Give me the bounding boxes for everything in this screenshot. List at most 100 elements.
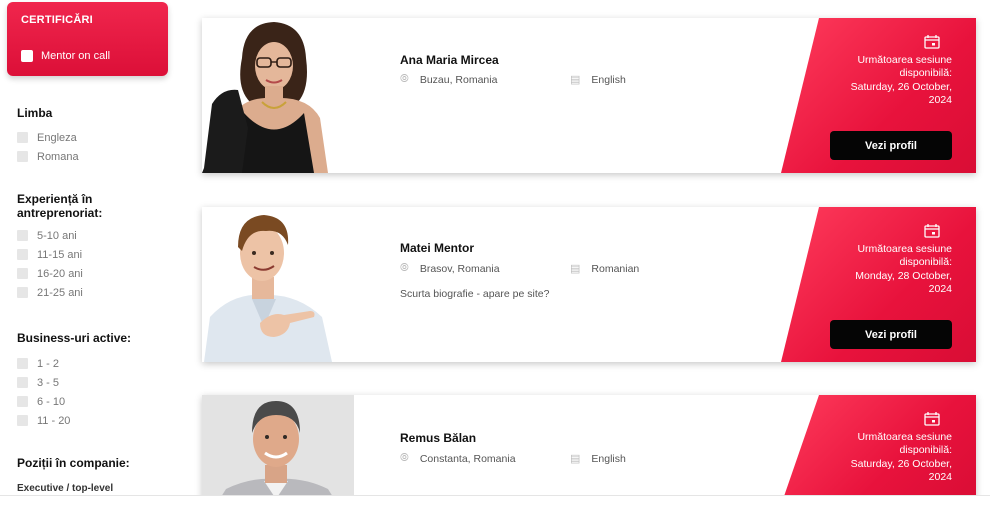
session-year: 2024 xyxy=(928,94,952,107)
mentor-card: Remus Bălan ⦾ Constanta, Romania ▤ Engli… xyxy=(202,395,976,505)
option-label: 11 - 20 xyxy=(37,414,71,427)
map-pin-icon: ⦾ xyxy=(400,73,409,85)
business-option[interactable]: 1 - 2 xyxy=(17,354,131,373)
map-pin-icon: ⦾ xyxy=(400,262,409,274)
map-pin-icon: ⦾ xyxy=(400,452,409,464)
experienta-option[interactable]: 21-25 ani xyxy=(17,283,102,302)
chat-bubble-icon: ▤ xyxy=(570,263,581,275)
limba-option-engleza[interactable]: Engleza xyxy=(17,128,79,147)
experienta-title-line2: antreprenoriat: xyxy=(17,206,103,220)
chat-bubble-icon: ▤ xyxy=(570,453,581,465)
option-label: 1 - 2 xyxy=(37,357,60,370)
mentor-info: Remus Bălan xyxy=(400,431,476,445)
experienta-option[interactable]: 5-10 ani xyxy=(17,226,102,245)
option-label: 6 - 10 xyxy=(37,395,66,408)
location-text: Buzau, Romania xyxy=(419,73,498,86)
checkbox[interactable] xyxy=(17,132,28,143)
checkbox[interactable] xyxy=(17,230,28,241)
mentor-card: Ana Maria Mircea ⦾ Buzau, Romania ▤ Engl… xyxy=(202,18,976,173)
mentor-info: Ana Maria Mircea xyxy=(400,53,499,67)
mentor-photo xyxy=(202,207,354,362)
checkbox[interactable] xyxy=(17,287,28,298)
mentor-location: ⦾ Brasov, Romania xyxy=(400,262,500,275)
business-filter: Business-uri active: 1 - 2 3 - 5 6 - 10 … xyxy=(17,331,131,430)
mentor-language: ▤ Romanian xyxy=(570,262,640,276)
mentor-location: ⦾ Buzau, Romania xyxy=(400,73,497,86)
language-text: English xyxy=(591,452,626,465)
option-label: 21-25 ani xyxy=(37,286,83,299)
pozitii-option-executive[interactable]: Executive / top-level xyxy=(17,483,130,494)
next-session-panel: Următoarea sesiune disponibilă: Saturday… xyxy=(781,18,976,173)
session-label: disponibilă: xyxy=(899,256,952,269)
experienta-option[interactable]: 11-15 ani xyxy=(17,245,102,264)
certificari-title: CERTIFICĂRI xyxy=(21,14,93,26)
location-text: Brasov, Romania xyxy=(419,262,500,275)
language-text: English xyxy=(591,73,626,86)
mentor-photo xyxy=(202,18,354,173)
location-text: Constanta, Romania xyxy=(419,452,516,465)
session-label: Următoarea sesiune xyxy=(857,431,952,443)
next-session-text: Următoarea sesiune disponibilă: Saturday… xyxy=(812,431,952,485)
mentor-on-call-option[interactable]: Mentor on call xyxy=(21,50,110,62)
mentor-name[interactable]: Matei Mentor xyxy=(400,241,474,255)
option-label: 16-20 ani xyxy=(37,267,83,280)
mentor-photo xyxy=(202,395,354,505)
session-date: Saturday, 26 October, xyxy=(850,80,952,93)
next-session-panel: Următoarea sesiune disponibilă: Saturday… xyxy=(781,395,976,505)
session-label: Următoarea sesiune xyxy=(857,54,952,66)
mentor-info: Matei Mentor xyxy=(400,241,474,255)
mentor-location: ⦾ Constanta, Romania xyxy=(400,452,516,465)
page-bottom-fade xyxy=(0,496,990,505)
mentor-language: ▤ English xyxy=(570,452,626,466)
session-date: Saturday, 26 October, xyxy=(850,457,952,470)
mentor-on-call-checkbox[interactable] xyxy=(21,50,33,62)
checkbox[interactable] xyxy=(17,377,28,388)
limba-title: Limba xyxy=(17,106,53,120)
session-year: 2024 xyxy=(928,471,952,484)
pozitii-filter: Poziții în companie: Executive / top-lev… xyxy=(17,456,130,494)
business-option[interactable]: 3 - 5 xyxy=(17,373,131,392)
next-session-text: Următoarea sesiune disponibilă: Monday, … xyxy=(812,243,952,297)
filters-sidebar: CERTIFICĂRI Mentor on call Limba Engleza… xyxy=(0,0,180,505)
experienta-title-line1: Experiență în xyxy=(17,192,93,206)
experienta-filter: Experiență în antreprenoriat: 5-10 ani 1… xyxy=(17,192,102,302)
option-label: 5-10 ani xyxy=(37,229,77,242)
session-label: disponibilă: xyxy=(899,444,952,457)
calendar-icon xyxy=(924,412,940,426)
language-text: Romanian xyxy=(591,262,640,275)
view-profile-button[interactable]: Vezi profil xyxy=(830,131,952,160)
calendar-icon xyxy=(924,35,940,49)
session-date: Monday, 28 October, xyxy=(855,269,952,282)
mentor-language: ▤ English xyxy=(570,73,626,87)
mentor-on-call-label: Mentor on call xyxy=(41,50,111,62)
limba-option-romana[interactable]: Romana xyxy=(17,147,79,166)
session-year: 2024 xyxy=(928,283,952,296)
calendar-icon xyxy=(924,224,940,238)
session-label: disponibilă: xyxy=(899,67,952,80)
mentor-name[interactable]: Ana Maria Mircea xyxy=(400,53,499,67)
business-option[interactable]: 11 - 20 xyxy=(17,411,131,430)
option-label: 11-15 ani xyxy=(37,248,83,261)
checkbox[interactable] xyxy=(17,358,28,369)
chat-bubble-icon: ▤ xyxy=(570,74,581,86)
checkbox[interactable] xyxy=(17,249,28,260)
checkbox[interactable] xyxy=(17,268,28,279)
option-label: 3 - 5 xyxy=(37,376,60,389)
mentor-bio: Scurta biografie - apare pe site? xyxy=(400,288,550,300)
next-session-text: Următoarea sesiune disponibilă: Saturday… xyxy=(812,54,952,108)
view-profile-button[interactable]: Vezi profil xyxy=(830,320,952,349)
limba-filter: Limba Engleza Romana xyxy=(17,106,79,166)
pozitii-title: Poziții în companie: xyxy=(17,456,130,470)
certificari-filter-box: CERTIFICĂRI Mentor on call xyxy=(7,2,168,76)
mentor-name[interactable]: Remus Bălan xyxy=(400,431,476,445)
checkbox[interactable] xyxy=(17,415,28,426)
business-option[interactable]: 6 - 10 xyxy=(17,392,131,411)
mentor-card: Matei Mentor ⦾ Brasov, Romania ▤ Romania… xyxy=(202,207,976,362)
option-label: Romana xyxy=(37,150,79,163)
experienta-option[interactable]: 16-20 ani xyxy=(17,264,102,283)
business-title: Business-uri active: xyxy=(17,331,132,345)
session-label: Următoarea sesiune xyxy=(857,243,952,255)
checkbox[interactable] xyxy=(17,151,28,162)
option-label: Engleza xyxy=(37,131,77,144)
checkbox[interactable] xyxy=(17,396,28,407)
